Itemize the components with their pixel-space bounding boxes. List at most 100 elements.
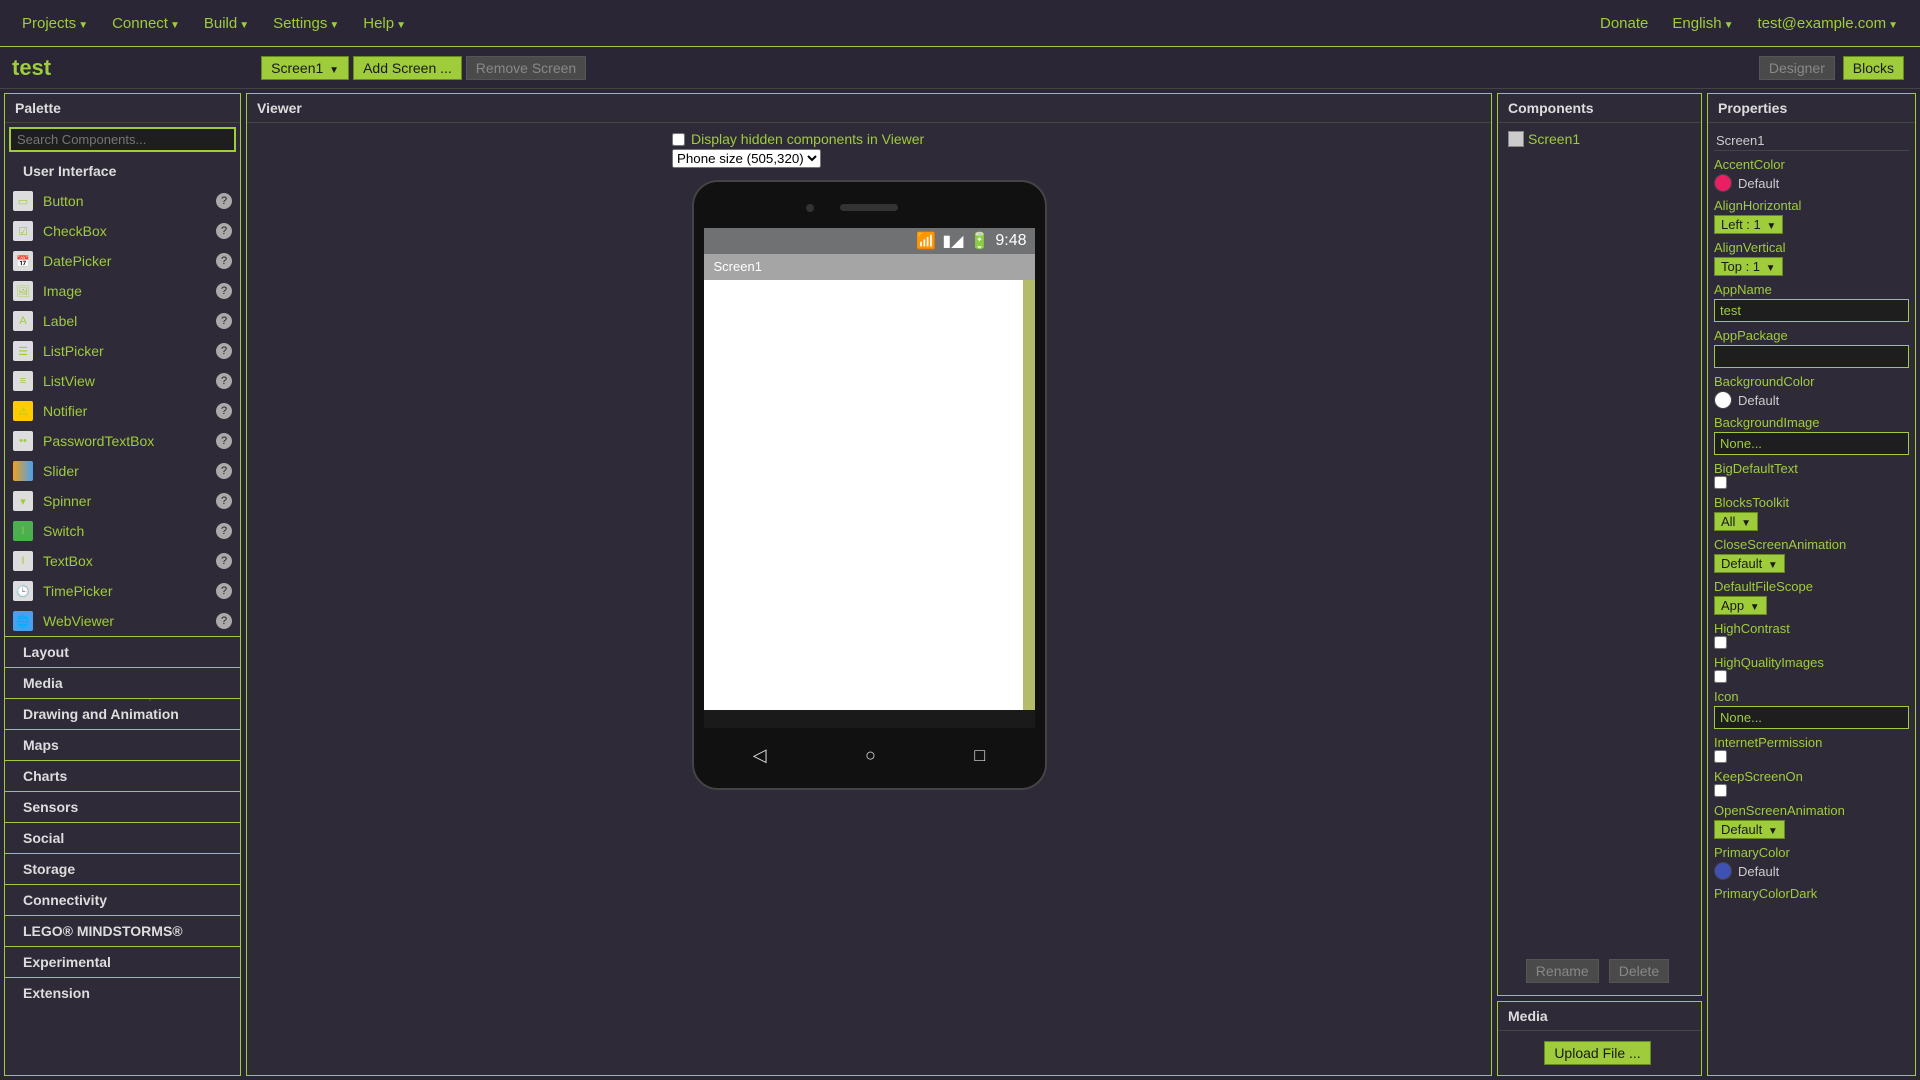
palette-item-textbox[interactable]: ITextBox? — [5, 546, 240, 576]
palette-category-storage[interactable]: Storage — [5, 853, 240, 884]
prop-filescope[interactable]: App ▼ — [1714, 596, 1767, 615]
help-icon[interactable]: ? — [216, 583, 232, 599]
palette-item-checkbox[interactable]: ☑ CheckBox? — [5, 216, 240, 246]
prop-closeanim[interactable]: Default ▼ — [1714, 554, 1785, 573]
prop-icon-input[interactable] — [1714, 706, 1909, 729]
help-icon[interactable]: ? — [216, 613, 232, 629]
upload-file-button[interactable]: Upload File ... — [1544, 1041, 1650, 1065]
palette-item-slider[interactable]: Slider? — [5, 456, 240, 486]
remove-screen-button[interactable]: Remove Screen — [466, 56, 586, 80]
viewer-body: Display hidden components in Viewer Phon… — [247, 123, 1491, 1075]
palette-category-sensors[interactable]: Sensors — [5, 791, 240, 822]
palette-item-notifier[interactable]: ⚠Notifier? — [5, 396, 240, 426]
menu-settings[interactable]: Settings▼ — [261, 7, 351, 40]
prop-keepscreen-checkbox[interactable] — [1714, 784, 1727, 797]
language-dropdown[interactable]: English▼ — [1660, 7, 1745, 40]
help-icon[interactable]: ? — [216, 193, 232, 209]
palette-category-ui[interactable]: User Interface — [5, 156, 240, 186]
palette-category-lego[interactable]: LEGO® MINDSTORMS® — [5, 915, 240, 946]
palette-category-drawing[interactable]: Drawing and Animation — [5, 698, 240, 729]
help-icon[interactable]: ? — [216, 523, 232, 539]
help-icon[interactable]: ? — [216, 253, 232, 269]
prop-bgimage-input[interactable] — [1714, 432, 1909, 455]
help-icon[interactable]: ? — [216, 343, 232, 359]
textbox-icon: I — [13, 551, 33, 571]
prop-highcontrast-checkbox[interactable] — [1714, 636, 1727, 649]
palette-search-input[interactable] — [9, 127, 236, 152]
palette-item-image[interactable]: 🖼Image? — [5, 276, 240, 306]
palette-item-label: CheckBox — [43, 223, 107, 239]
palette-item-timepicker[interactable]: 🕒TimePicker? — [5, 576, 240, 606]
display-hidden-checkbox[interactable] — [672, 133, 685, 146]
palette-category-layout[interactable]: Layout — [5, 636, 240, 667]
menu-projects[interactable]: Projects▼ — [10, 7, 100, 40]
menu-connect[interactable]: Connect▼ — [100, 7, 192, 40]
prop-blockstoolkit[interactable]: All ▼ — [1714, 512, 1758, 531]
palette-category-maps[interactable]: Maps — [5, 729, 240, 760]
blocks-mode-button[interactable]: Blocks — [1843, 56, 1904, 80]
account-dropdown[interactable]: test@example.com▼ — [1745, 7, 1910, 40]
prop-primarycolor[interactable]: Default — [1714, 862, 1909, 880]
help-icon[interactable]: ? — [216, 493, 232, 509]
help-icon[interactable]: ? — [216, 463, 232, 479]
phone-statusbar: 📶 ▮◢ 🔋 9:48 — [704, 228, 1035, 254]
chevron-down-icon: ▼ — [396, 20, 406, 31]
help-icon[interactable]: ? — [216, 283, 232, 299]
palette-category-experimental[interactable]: Experimental — [5, 946, 240, 977]
help-icon[interactable]: ? — [216, 553, 232, 569]
palette-item-password[interactable]: ••PasswordTextBox? — [5, 426, 240, 456]
prop-label-bigdefault: BigDefaultText — [1714, 461, 1909, 476]
menu-build-label: Build — [204, 15, 237, 32]
help-icon[interactable]: ? — [216, 223, 232, 239]
palette-item-switch[interactable]: ⏽Switch? — [5, 516, 240, 546]
palette-category-social[interactable]: Social — [5, 822, 240, 853]
screen-dropdown[interactable]: Screen1 ▼ — [261, 56, 349, 80]
prop-label-highquality: HighQualityImages — [1714, 655, 1909, 670]
prop-bigdefault-checkbox[interactable] — [1714, 476, 1727, 489]
donate-link[interactable]: Donate — [1588, 7, 1660, 40]
delete-button[interactable]: Delete — [1609, 959, 1669, 983]
prop-bgcolor[interactable]: Default — [1714, 391, 1909, 409]
prop-label-keepscreen: KeepScreenOn — [1714, 769, 1909, 784]
rename-button[interactable]: Rename — [1526, 959, 1599, 983]
help-icon[interactable]: ? — [216, 373, 232, 389]
prop-openanim[interactable]: Default ▼ — [1714, 820, 1785, 839]
screen-canvas[interactable] — [704, 280, 1035, 710]
palette-component-list: ▭Button? ☑ CheckBox? 📅DatePicker? 🖼Image?… — [5, 186, 240, 636]
designer-mode-button[interactable]: Designer — [1759, 56, 1835, 80]
color-swatch-icon — [1714, 391, 1732, 409]
palette-category-charts[interactable]: Charts — [5, 760, 240, 791]
help-icon[interactable]: ? — [216, 433, 232, 449]
phone-size-select[interactable]: Phone size (505,320) — [672, 149, 821, 168]
prop-alignh[interactable]: Left : 1 ▼ — [1714, 215, 1783, 234]
palette-item-datepicker[interactable]: 📅DatePicker? — [5, 246, 240, 276]
palette-item-label: WebViewer — [43, 613, 114, 629]
chevron-down-icon: ▼ — [329, 20, 339, 31]
palette-item-spinner[interactable]: ▾Spinner? — [5, 486, 240, 516]
palette-category-extension[interactable]: Extension — [5, 977, 240, 1008]
prop-appname-input[interactable] — [1714, 299, 1909, 322]
palette-item-listview[interactable]: ≡ListView? — [5, 366, 240, 396]
add-screen-button[interactable]: Add Screen ... — [353, 56, 462, 80]
palette-item-listpicker[interactable]: ☰ListPicker? — [5, 336, 240, 366]
palette-category-media[interactable]: Media — [5, 667, 240, 698]
wifi-icon: 📶 — [916, 231, 936, 251]
menu-help[interactable]: Help▼ — [351, 7, 418, 40]
checkbox-icon: ☑ — [13, 221, 33, 241]
chevron-down-icon: ▼ — [1750, 602, 1760, 613]
prop-highquality-checkbox[interactable] — [1714, 670, 1727, 683]
switch-icon: ⏽ — [13, 521, 33, 541]
palette-item-button[interactable]: ▭Button? — [5, 186, 240, 216]
help-icon[interactable]: ? — [216, 403, 232, 419]
component-tree-root[interactable]: Screen1 — [1504, 129, 1695, 149]
color-swatch-icon — [1714, 862, 1732, 880]
palette-category-connectivity[interactable]: Connectivity — [5, 884, 240, 915]
palette-item-label[interactable]: ALabel? — [5, 306, 240, 336]
help-icon[interactable]: ? — [216, 313, 232, 329]
prop-internet-checkbox[interactable] — [1714, 750, 1727, 763]
prop-alignv[interactable]: Top : 1 ▼ — [1714, 257, 1783, 276]
prop-accentcolor[interactable]: Default — [1714, 174, 1909, 192]
menu-build[interactable]: Build▼ — [192, 7, 261, 40]
palette-item-webviewer[interactable]: 🌐WebViewer? — [5, 606, 240, 636]
prop-apppackage-input[interactable] — [1714, 345, 1909, 368]
